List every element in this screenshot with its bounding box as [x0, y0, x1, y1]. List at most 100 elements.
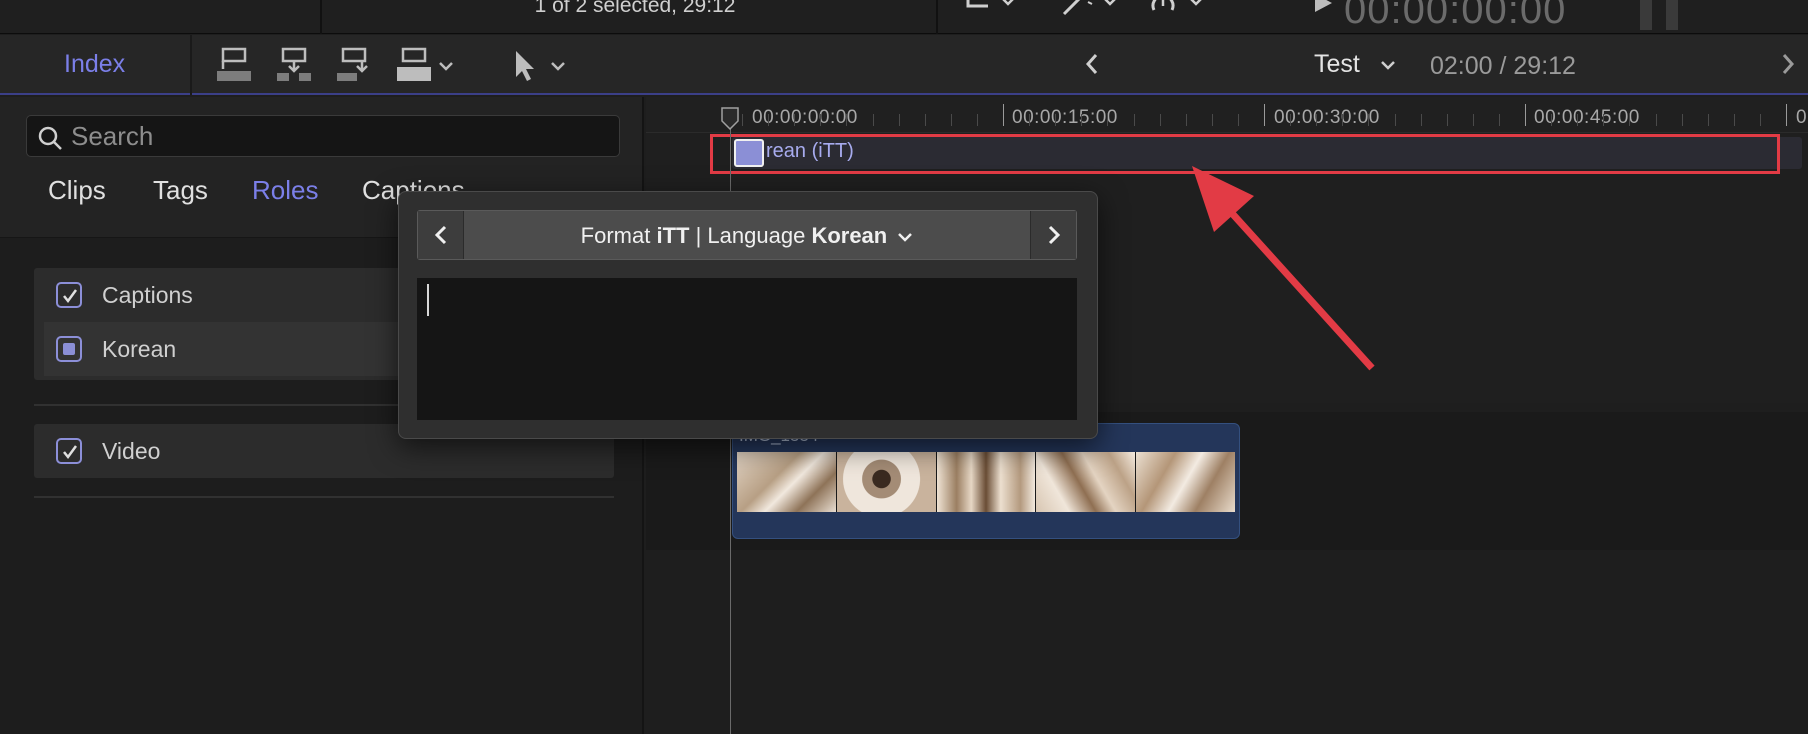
- caption-format-bar: Format iTT | Language Korean: [417, 210, 1077, 260]
- mixed-state-fill: [63, 343, 75, 355]
- ruler-label: 00:00:45:00: [1534, 107, 1640, 128]
- ruler-tick: [1525, 104, 1526, 126]
- timeline-toolbar: Index Test 02:00 / 29:12: [0, 35, 1808, 95]
- language-value: Korean: [811, 223, 888, 248]
- tab-tags[interactable]: Tags: [153, 175, 208, 206]
- project-name[interactable]: Test: [1314, 50, 1360, 79]
- role-checkbox-video[interactable]: [56, 438, 82, 464]
- ruler-tick: [1786, 104, 1787, 126]
- overwrite-clip-icon[interactable]: [394, 47, 456, 83]
- connect-clip-icon[interactable]: [214, 47, 254, 83]
- ruler-tick: [872, 114, 874, 126]
- search-input[interactable]: [71, 120, 601, 152]
- crop-tool-icon[interactable]: [962, 0, 1018, 18]
- ruler-tick: [1498, 114, 1500, 126]
- checkmark-icon: [63, 289, 78, 304]
- ruler-tick: [1211, 114, 1213, 126]
- ruler-tick: [1055, 114, 1057, 126]
- ruler-tick: [1733, 114, 1735, 126]
- audio-meter: [1666, 0, 1678, 30]
- ruler-tick: [1655, 114, 1657, 126]
- ruler-tick: [1185, 114, 1187, 126]
- audio-meter: [1640, 0, 1652, 30]
- ruler-label: 00:00:15:00: [1012, 107, 1118, 128]
- ruler-tick: [1681, 114, 1683, 126]
- tab-clips[interactable]: Clips: [48, 175, 106, 206]
- ruler-tick: [1290, 114, 1292, 126]
- ruler-tick: [1133, 114, 1135, 126]
- video-clip[interactable]: IMG_1554: [732, 423, 1240, 539]
- ruler-tick: [1081, 114, 1083, 126]
- ruler-tick: [1264, 104, 1265, 126]
- chevron-down-icon: [898, 233, 913, 242]
- ruler-tick: [898, 114, 900, 126]
- append-clip-icon[interactable]: [334, 47, 374, 83]
- chevron-right-icon: [1048, 225, 1061, 245]
- filmstrip-frame: [1036, 452, 1137, 512]
- format-prefix: Format: [580, 223, 651, 248]
- chevron-left-icon: [434, 225, 447, 245]
- top-divider: [936, 0, 938, 34]
- search-field[interactable]: [26, 115, 620, 157]
- filmstrip-frame: [936, 452, 1037, 512]
- ruler-tick: [1316, 114, 1318, 126]
- format-language-menu[interactable]: Format iTT | Language Korean: [464, 223, 1030, 249]
- filmstrip-frame: [1136, 452, 1235, 512]
- ruler-tick: [1446, 114, 1448, 126]
- index-button[interactable]: Index: [64, 50, 125, 79]
- ruler-tick: [1368, 114, 1370, 126]
- ruler-tick: [1159, 114, 1161, 126]
- ruler-tick: [924, 114, 926, 126]
- ruler-tick: [846, 114, 848, 126]
- role-label: Video: [102, 438, 161, 464]
- top-divider: [320, 0, 322, 34]
- role-checkbox-korean[interactable]: [56, 336, 82, 362]
- ruler-tick: [1577, 114, 1579, 126]
- history-back-icon[interactable]: [1080, 49, 1104, 79]
- ruler-tick: [1107, 114, 1109, 126]
- filmstrip-frame: [737, 452, 837, 512]
- history-forward-icon[interactable]: [1776, 49, 1800, 79]
- ruler-tick: [1003, 104, 1004, 126]
- filmstrip-frame: [836, 452, 937, 512]
- playhead-handle-icon[interactable]: [720, 107, 740, 131]
- timeline-ruler[interactable]: 00:00:00:00 00:00:15:00 00:00:30:00 00:0…: [646, 97, 1808, 133]
- filmstrip: [737, 452, 1235, 512]
- retime-icon[interactable]: [1146, 0, 1208, 18]
- ruler-tick: [1029, 114, 1031, 126]
- select-tool-icon[interactable]: [510, 47, 566, 83]
- role-checkbox-captions[interactable]: [56, 282, 82, 308]
- ruler-label: 0: [1796, 107, 1808, 128]
- chevron-down-icon[interactable]: [1380, 59, 1396, 71]
- ruler-tick: [1603, 114, 1605, 126]
- role-label: Korean: [102, 336, 177, 362]
- tab-roles[interactable]: Roles: [252, 175, 318, 206]
- search-icon: [38, 126, 62, 150]
- next-caption-button[interactable]: [1030, 211, 1076, 259]
- enhance-wand-icon[interactable]: [1058, 0, 1120, 18]
- insert-clip-icon[interactable]: [274, 47, 314, 83]
- ruler-tick: [1759, 114, 1761, 126]
- roles-divider: [34, 496, 614, 498]
- ruler-tick: [1707, 114, 1709, 126]
- format-separator: |: [695, 223, 702, 248]
- selection-status: 1 of 2 selected, 29:12: [534, 0, 736, 17]
- checkmark-icon: [63, 445, 78, 460]
- play-icon[interactable]: [1312, 0, 1334, 16]
- previous-caption-button[interactable]: [418, 211, 464, 259]
- toolbar-divider: [190, 35, 192, 95]
- annotation-highlight-box: [710, 134, 1780, 174]
- project-duration: 02:00 / 29:12: [1430, 52, 1576, 80]
- timecode-display: 00:00:00:00: [1344, 0, 1567, 32]
- language-prefix: Language: [707, 223, 806, 248]
- ruler-tick: [1237, 114, 1239, 126]
- caption-text-input[interactable]: [417, 278, 1077, 420]
- ruler-tick: [950, 114, 952, 126]
- ruler-tick: [1342, 114, 1344, 126]
- ruler-tick: [1420, 114, 1422, 126]
- ruler-tick: [742, 114, 743, 126]
- ruler-tick: [1472, 114, 1474, 126]
- ruler-tick: [768, 114, 770, 126]
- ruler-tick: [1629, 114, 1631, 126]
- top-strip: 1 of 2 selected, 29:12 00:00:00:00: [0, 0, 1808, 34]
